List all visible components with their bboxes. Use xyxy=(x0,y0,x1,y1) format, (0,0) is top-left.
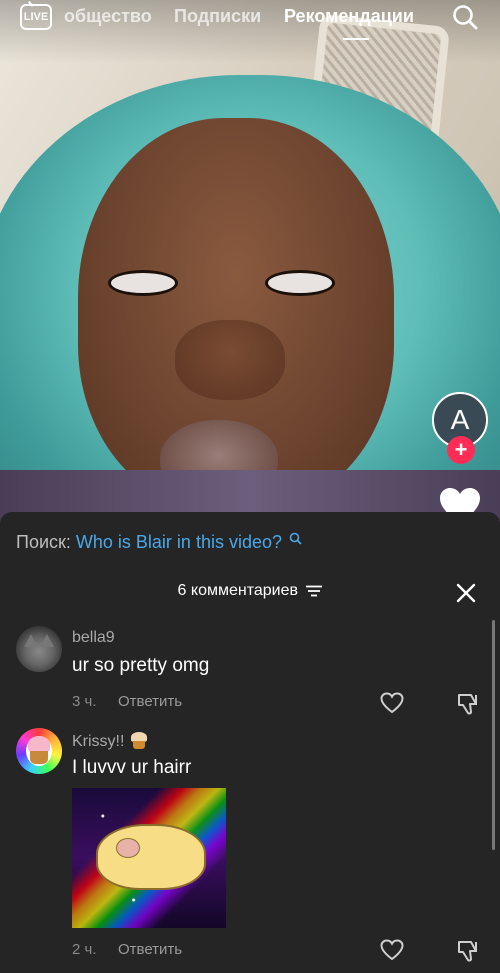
follow-plus-button[interactable]: + xyxy=(447,436,475,464)
search-suggestion[interactable]: Поиск: Who is Blair in this video? xyxy=(16,532,302,553)
comment-username[interactable]: bella9 xyxy=(72,629,115,647)
comment-timestamp: 3 ч. xyxy=(72,693,97,710)
comment-text: I luvvv ur hairr xyxy=(72,757,192,778)
search-query-link[interactable]: Who is Blair in this video? xyxy=(76,532,282,552)
active-tab-indicator xyxy=(343,38,369,40)
comments-count-header: 6 комментариев xyxy=(0,582,500,600)
search-small-icon xyxy=(289,532,302,545)
comment-timestamp: 2 ч. xyxy=(72,941,97,958)
video-subject-nose xyxy=(175,320,285,400)
like-heart-icon[interactable] xyxy=(380,939,404,961)
dislike-icon[interactable] xyxy=(456,692,482,716)
filter-icon[interactable] xyxy=(306,585,323,597)
pug-rainbow-sticker[interactable] xyxy=(72,788,226,928)
cat-avatar[interactable] xyxy=(16,626,62,672)
comments-sheet: Поиск: Who is Blair in this video? 6 ком… xyxy=(0,512,500,973)
cupcake-emoji-icon xyxy=(130,731,148,749)
close-icon[interactable] xyxy=(455,582,477,604)
pug-icon xyxy=(96,824,206,890)
tab-following[interactable]: Подписки xyxy=(174,6,261,27)
search-prefix: Поиск: xyxy=(16,532,71,552)
live-icon[interactable]: LIVE xyxy=(20,4,52,30)
comment-text: ur so pretty omg xyxy=(72,655,210,676)
like-heart-icon[interactable] xyxy=(380,692,404,714)
tab-recommended[interactable]: Рекомендации xyxy=(284,6,414,27)
dislike-icon[interactable] xyxy=(456,939,482,963)
comments-scrollbar[interactable] xyxy=(492,620,495,850)
comment-username[interactable]: Krissy!! xyxy=(72,731,148,751)
video-player[interactable] xyxy=(0,0,500,530)
comment-username-text: Krissy!! xyxy=(72,733,125,750)
live-label: LIVE xyxy=(23,11,49,23)
tab-society[interactable]: общество xyxy=(64,6,152,27)
reply-button[interactable]: Ответить xyxy=(118,941,182,958)
search-icon[interactable] xyxy=(452,4,478,30)
cupcake-avatar[interactable] xyxy=(16,728,62,774)
video-subject-eye xyxy=(108,270,178,296)
video-subject-eye xyxy=(265,270,335,296)
top-nav: LIVE общество Подписки Рекомендации xyxy=(0,0,500,40)
comments-count: 6 комментариев xyxy=(177,582,298,599)
reply-button[interactable]: Ответить xyxy=(118,693,182,710)
